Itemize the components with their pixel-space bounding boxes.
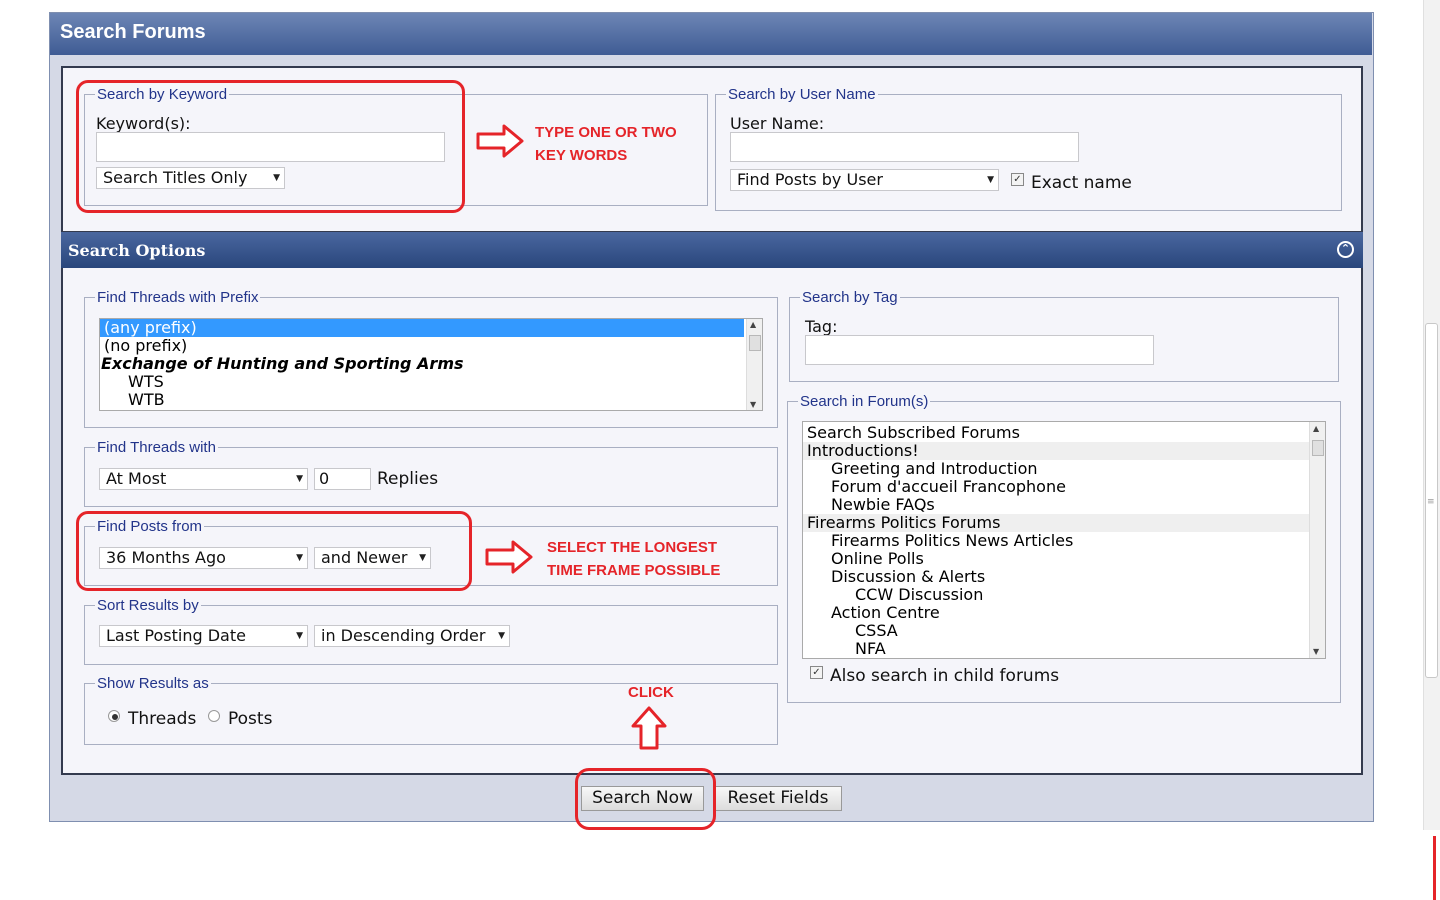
tag-label: Tag:: [805, 317, 838, 336]
exact-name-checkbox[interactable]: ✓: [1011, 173, 1024, 186]
sort-legend: Sort Results by: [97, 597, 199, 614]
chevron-down-icon: ▼: [296, 474, 303, 484]
list-item[interactable]: Online Polls: [803, 550, 1325, 568]
keyword-annotation: TYPE ONE OR TWO KEY WORDS: [535, 121, 677, 167]
sort-order-select[interactable]: in Descending Order ▼: [314, 625, 510, 647]
reset-fields-button[interactable]: Reset Fields: [714, 786, 842, 811]
posts-label: Posts: [228, 709, 273, 729]
search-options-title: Search Options: [68, 241, 206, 260]
page-title: Search Forums: [60, 21, 206, 43]
list-group: Exchange of Hunting and Sporting Arms: [101, 354, 464, 373]
forums-legend: Search in Forum(s): [800, 393, 929, 410]
child-forums-label: Also search in child forums: [830, 666, 1060, 686]
red-edge-mark: [1433, 836, 1436, 900]
chevron-down-icon: ▼: [296, 631, 303, 641]
replies-count-input[interactable]: 0: [314, 468, 371, 490]
user-name-input[interactable]: [730, 132, 1079, 162]
tag-input[interactable]: [805, 335, 1154, 365]
annotation-line: TIME FRAME POSSIBLE: [547, 562, 721, 579]
user-mode-select[interactable]: Find Posts by User ▼: [730, 169, 999, 191]
prefix-legend: Find Threads with Prefix: [97, 289, 259, 306]
chevron-down-icon: ▼: [987, 175, 994, 185]
forums-listbox[interactable]: Search Subscribed Forums Introductions! …: [802, 421, 1326, 659]
grip-icon: ≡: [1427, 497, 1435, 507]
time-annotation: SELECT THE LONGEST TIME FRAME POSSIBLE: [547, 536, 720, 582]
list-item[interactable]: Newbie FAQs: [803, 496, 1325, 514]
annotation-line: TYPE ONE OR TWO: [535, 124, 677, 141]
child-forums-checkbox[interactable]: ✓: [810, 666, 823, 679]
posts-radio[interactable]: [208, 710, 220, 722]
listbox-scrollbar[interactable]: ▲ ▼: [746, 319, 762, 410]
list-item[interactable]: NFA: [803, 640, 1325, 658]
list-item[interactable]: CSSA: [803, 622, 1325, 640]
listbox-scrollbar[interactable]: ▲ ▼: [1309, 422, 1325, 658]
list-item[interactable]: Greeting and Introduction: [803, 460, 1325, 478]
click-annotation: CLICK: [628, 684, 674, 701]
sort-field-value: Last Posting Date: [106, 626, 246, 645]
list-item[interactable]: Firearms Politics Forums: [803, 514, 1309, 532]
threads-label: Threads: [128, 709, 197, 729]
list-item[interactable]: Search Subscribed Forums: [803, 424, 1325, 442]
annotation-line: SELECT THE LONGEST: [547, 539, 718, 556]
list-item[interactable]: Firearms Politics News Articles: [803, 532, 1325, 550]
annotation-line: KEY WORDS: [535, 147, 628, 164]
list-item[interactable]: Introductions!: [803, 442, 1309, 460]
exact-name-label: Exact name: [1031, 173, 1132, 193]
sort-field-select[interactable]: Last Posting Date ▼: [99, 625, 308, 647]
replies-compare-value: At Most: [106, 469, 167, 488]
arrow-up-icon: [631, 706, 667, 750]
list-item[interactable]: (no prefix): [100, 337, 762, 355]
arrow-right-icon: [485, 540, 533, 574]
list-item[interactable]: Discussion & Alerts: [803, 568, 1325, 586]
posts-from-highlight: [76, 511, 472, 591]
list-item[interactable]: (any prefix): [100, 319, 744, 337]
list-item[interactable]: WTS: [100, 373, 762, 391]
search-button-highlight: [575, 768, 716, 830]
show-legend: Show Results as: [97, 675, 209, 692]
replies-compare-select[interactable]: At Most ▼: [99, 468, 308, 490]
threads-radio[interactable]: [108, 710, 120, 722]
user-name-label: User Name:: [730, 114, 825, 133]
replies-suffix: Replies: [377, 469, 439, 489]
prefix-listbox[interactable]: (any prefix) (no prefix) Exchange of Hun…: [99, 318, 763, 411]
keyword-highlight: [76, 80, 465, 213]
replies-legend: Find Threads with: [97, 439, 216, 456]
sort-order-value: in Descending Order: [321, 626, 486, 645]
arrow-right-icon: [476, 124, 524, 158]
search-options-header[interactable]: [61, 232, 1363, 268]
list-item[interactable]: Action Centre: [803, 604, 1325, 622]
panel-header: [50, 13, 1372, 55]
tag-legend: Search by Tag: [802, 289, 898, 306]
chevron-down-icon: ▼: [498, 631, 505, 641]
list-item[interactable]: CCW Discussion: [803, 586, 1325, 604]
list-item[interactable]: Forum d'accueil Francophone: [803, 478, 1325, 496]
user-mode-value: Find Posts by User: [737, 170, 883, 189]
collapse-icon[interactable]: ⌃: [1337, 241, 1354, 258]
user-legend: Search by User Name: [728, 86, 876, 103]
list-item[interactable]: WTB: [100, 391, 762, 409]
